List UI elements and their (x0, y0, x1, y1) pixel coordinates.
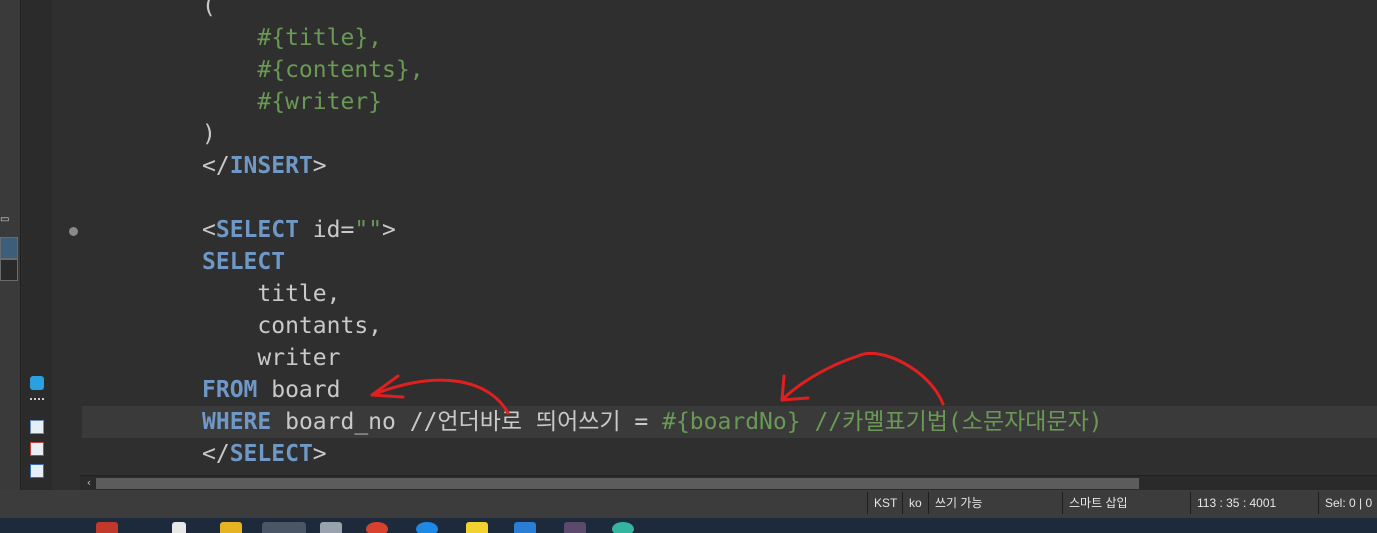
code-token: SELECT (229, 441, 313, 467)
sync-icon[interactable] (0, 237, 18, 259)
code-line[interactable]: writer (52, 342, 1377, 374)
os-taskbar (0, 518, 1377, 533)
code-token: id= (298, 217, 355, 243)
code-token: ) (202, 121, 216, 147)
code-token: WHERE (202, 409, 272, 435)
code-line[interactable]: #{title}, (52, 22, 1377, 54)
code-token: contants, (202, 313, 383, 339)
code-token: 언더바로 띄어쓰기 (437, 409, 621, 435)
app-icon[interactable] (320, 522, 342, 533)
code-line[interactable]: title, (52, 278, 1377, 310)
code-line-current[interactable]: WHERE board_no //언더바로 띄어쓰기 = #{boardNo} … (82, 406, 1377, 438)
panel-box[interactable] (0, 259, 18, 281)
status-insert-mode[interactable]: 스마트 삽입 (1062, 492, 1128, 514)
code-token: board_no // (271, 409, 438, 435)
left-panel-strip: ▭ (0, 0, 21, 490)
code-token: SELECT (202, 249, 286, 275)
code-editor[interactable]: ( #{title}, #{contents}, #{writer}) </INS… (52, 0, 1377, 475)
app-icon[interactable] (612, 522, 634, 533)
code-line[interactable]: ( (52, 0, 1377, 22)
code-line[interactable]: </INSERT> (52, 150, 1377, 182)
code-text: </INSERT> (202, 150, 327, 182)
code-text: #{title}, (202, 22, 382, 54)
scroll-thumb[interactable] (96, 478, 1139, 489)
code-text: #{contents}, (202, 54, 424, 86)
code-text: writer (202, 342, 340, 374)
code-token: #{title}, (202, 25, 383, 51)
code-token: #{writer} (202, 89, 383, 115)
notes-icon[interactable] (466, 522, 488, 533)
file-xml-icon[interactable] (30, 464, 44, 478)
app-icon[interactable] (564, 522, 586, 533)
code-token: //카멜표기법(소문자대문자) (800, 409, 1103, 435)
code-token: writer (202, 345, 341, 371)
code-token: "" (354, 217, 383, 243)
code-token: > (312, 441, 327, 467)
code-token: > (382, 217, 396, 243)
app-icon[interactable] (96, 522, 118, 533)
app-icon[interactable] (172, 522, 186, 533)
code-text: #{writer} (202, 86, 382, 118)
editor-side-strip (22, 0, 52, 490)
code-token: > (312, 153, 327, 179)
status-selection: Sel: 0 | 0 (1318, 492, 1372, 514)
code-token: < (202, 217, 216, 243)
code-line[interactable]: <SELECT id=""> (52, 214, 1377, 246)
code-line[interactable]: contants, (52, 310, 1377, 342)
code-line[interactable] (52, 182, 1377, 214)
code-token: = (620, 409, 663, 435)
code-text: </SELECT> (202, 438, 327, 470)
more-dots-icon[interactable] (30, 398, 44, 402)
folder-icon[interactable] (220, 522, 242, 533)
code-text: contants, (202, 310, 382, 342)
code-text: FROM board (202, 374, 340, 406)
code-text: SELECT (202, 246, 285, 278)
code-line[interactable]: ) (52, 118, 1377, 150)
code-line[interactable]: </SELECT> (52, 438, 1377, 470)
chevron-left-icon[interactable]: ‹ (82, 476, 96, 490)
active-app-icon[interactable] (262, 522, 306, 533)
status-write-mode[interactable]: 쓰기 가능 (928, 492, 983, 514)
code-text: title, (202, 278, 340, 310)
code-token: board (257, 377, 341, 403)
code-line[interactable]: SELECT (52, 246, 1377, 278)
status-language: ko (902, 492, 922, 514)
plugin-icon[interactable] (30, 376, 44, 390)
vscode-icon[interactable] (514, 522, 536, 533)
file-icon[interactable] (30, 420, 44, 434)
code-token: </ (202, 153, 230, 179)
file-error-icon[interactable] (30, 442, 44, 456)
code-text: WHERE board_no //언더바로 띄어쓰기 = #{boardNo} … (202, 406, 1103, 438)
code-token: title, (202, 281, 341, 307)
status-bar: KST ko 쓰기 가능 스마트 삽입 113 : 35 : 4001 Sel:… (0, 490, 1377, 518)
code-token: SELECT (215, 217, 299, 243)
code-token: INSERT (229, 153, 313, 179)
code-line[interactable]: #{writer} (52, 86, 1377, 118)
code-line[interactable]: #{contents}, (52, 54, 1377, 86)
horizontal-scrollbar[interactable]: ‹ (80, 475, 1377, 490)
code-token: #{boardNo} (662, 409, 801, 435)
code-token: FROM (202, 377, 258, 403)
code-text: ) (202, 118, 216, 150)
window-icon[interactable]: ▭ (0, 214, 9, 225)
code-text: <SELECT id=""> (202, 214, 396, 246)
code-token: </ (202, 441, 230, 467)
code-line[interactable]: FROM board (52, 374, 1377, 406)
app-icon[interactable] (416, 522, 438, 533)
code-token: #{contents}, (202, 57, 424, 83)
status-timezone: KST (867, 492, 897, 514)
chrome-icon[interactable] (366, 522, 388, 533)
code-text: ( (202, 0, 216, 22)
status-position: 113 : 35 : 4001 (1190, 492, 1276, 514)
code-token: ( (202, 0, 216, 19)
